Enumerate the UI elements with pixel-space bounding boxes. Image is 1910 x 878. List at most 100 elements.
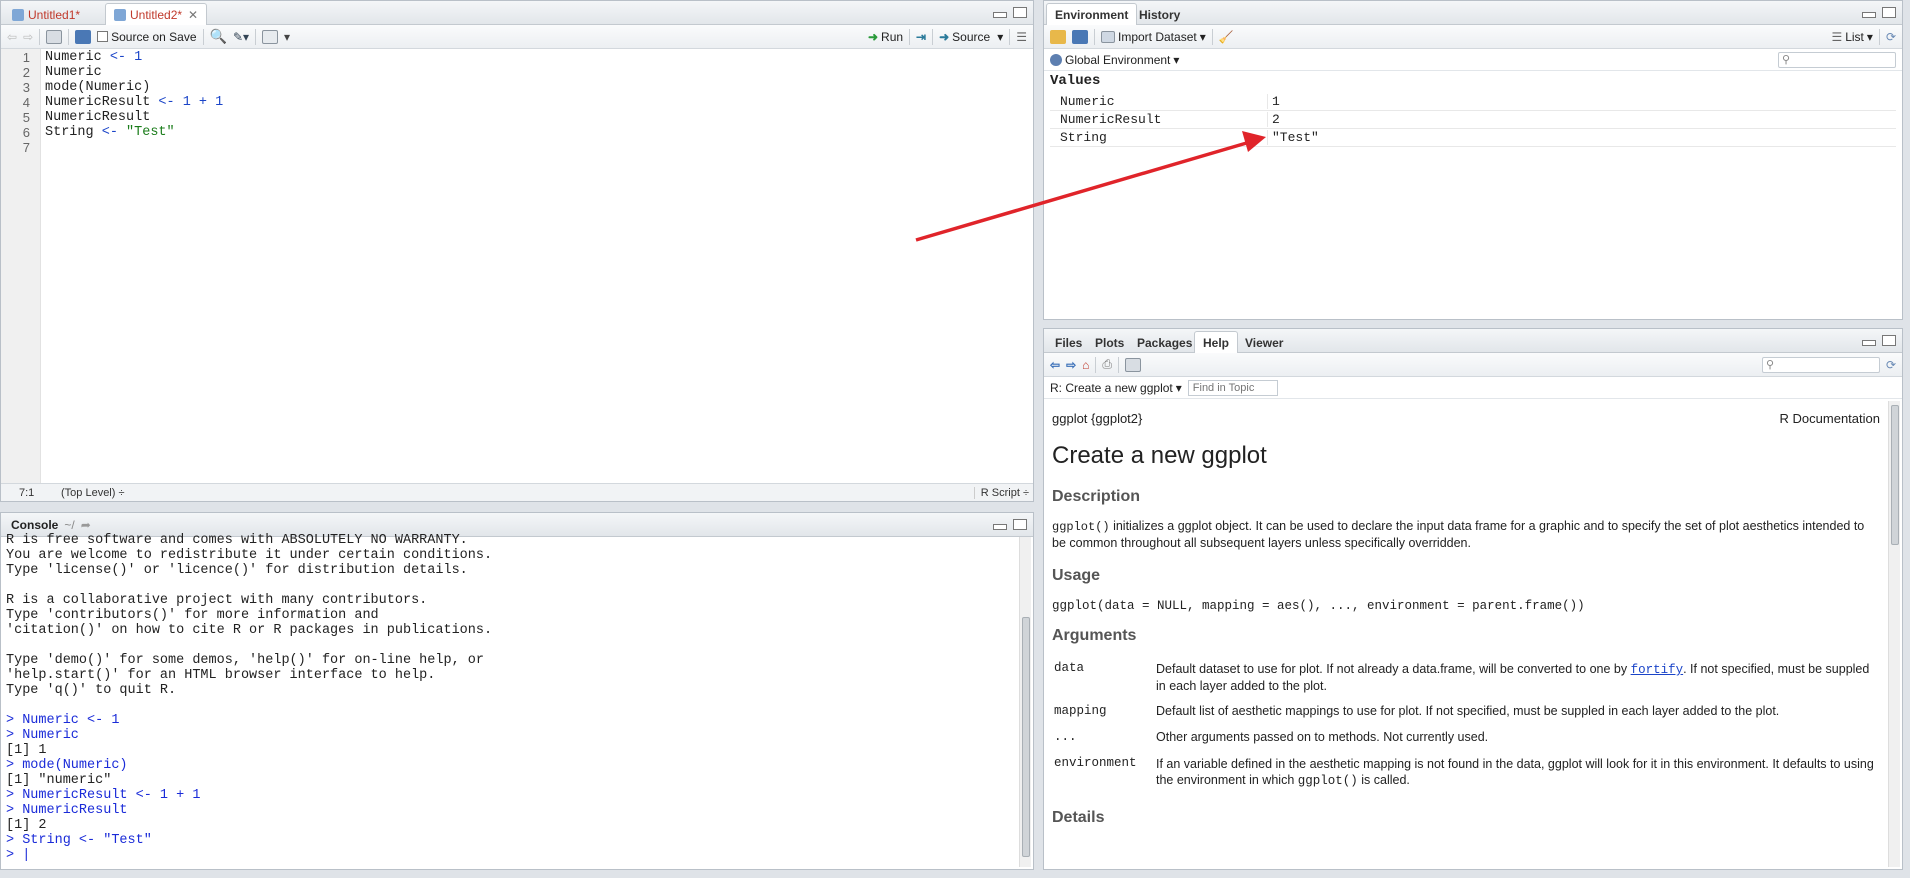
divider: [39, 28, 41, 45]
code-line[interactable]: mode(Numeric): [45, 80, 1029, 95]
show-in-window-icon[interactable]: [1124, 357, 1141, 372]
code-line[interactable]: Numeric: [45, 65, 1029, 80]
console-line: [1] 2: [6, 818, 47, 833]
forward-arrow-icon[interactable]: ⇨: [23, 30, 33, 44]
import-dataset-button[interactable]: Import Dataset ▾: [1101, 30, 1206, 44]
line-number: 6: [22, 125, 30, 140]
tab-help[interactable]: Help: [1194, 331, 1239, 353]
minimize-icon[interactable]: [993, 12, 1007, 18]
home-icon[interactable]: ⌂: [1082, 358, 1089, 372]
chevron-down-icon[interactable]: ▾: [997, 30, 1003, 44]
source-on-save-toggle[interactable]: Source on Save: [97, 30, 197, 44]
arg-description: Default list of aesthetic mappings to us…: [1156, 704, 1780, 718]
console-output[interactable]: R is free software and comes with ABSOLU…: [6, 533, 1013, 863]
help-content: ggplot {ggplot2} R Documentation Create …: [1052, 409, 1880, 869]
compile-report-icon[interactable]: [262, 29, 279, 44]
save-workspace-icon[interactable]: [1072, 29, 1088, 44]
code-token: Numeric: [45, 50, 110, 65]
broom-icon[interactable]: 🧹: [1219, 30, 1234, 44]
close-tab-icon[interactable]: ✕: [188, 8, 198, 22]
scope-selector[interactable]: (Top Level) ÷: [61, 487, 125, 499]
tab-untitled2[interactable]: Untitled2* ✕: [105, 3, 208, 25]
minimize-icon[interactable]: [1862, 340, 1876, 346]
console-window-controls: [993, 519, 1027, 530]
rerun-icon[interactable]: ⇥: [916, 30, 926, 44]
run-arrow-icon: ➜: [867, 29, 879, 44]
arg-description: Other arguments passed on to methods. No…: [1156, 730, 1489, 744]
divider: [255, 28, 257, 45]
environment-scope-dropdown[interactable]: Global Environment ▾: [1050, 53, 1179, 67]
editor-toolbar: ⇦ ⇨ Source on Save 🔍 ✎▾ ▾ ➜ Run ⇥ ➜ Sour…: [1, 25, 1033, 49]
checkbox[interactable]: [97, 31, 109, 42]
divider: [1009, 28, 1011, 45]
chevron-down-icon: ▾: [1199, 29, 1206, 44]
back-arrow-icon[interactable]: ⇦: [7, 30, 17, 44]
table-row: ... Other arguments passed on to methods…: [1052, 724, 1880, 750]
environment-pane: Environment History Import Dataset ▾ 🧹 ☰…: [1043, 0, 1903, 320]
help-scrollbar[interactable]: [1888, 401, 1900, 867]
chevron-down-icon: ▾: [1175, 380, 1182, 395]
run-button[interactable]: ➜ Run: [868, 30, 903, 44]
code-tools-icon[interactable]: ✎▾: [233, 30, 249, 44]
minimize-icon[interactable]: [993, 524, 1007, 530]
view-mode-dropdown[interactable]: ☰ List ▾: [1831, 30, 1872, 44]
console-title: Console: [11, 518, 59, 532]
code-line[interactable]: NumericResult: [45, 110, 1029, 125]
code-line[interactable]: Numeric <- 1: [45, 50, 1029, 65]
env-row[interactable]: Numeric 1: [1050, 93, 1896, 111]
tab-packages[interactable]: Packages: [1128, 331, 1201, 353]
find-replace-icon[interactable]: 🔍: [210, 28, 227, 45]
filetype-selector[interactable]: R Script ÷: [973, 486, 1033, 499]
help-title: Create a new ggplot: [1052, 442, 1267, 469]
code-token: <- 1 + 1: [158, 95, 224, 110]
arg-name: mapping: [1054, 704, 1107, 718]
line-number: 1: [22, 50, 30, 65]
more-dropdown-icon[interactable]: ▾: [284, 30, 290, 44]
show-in-window-icon[interactable]: [46, 29, 63, 44]
maximize-icon[interactable]: [1013, 519, 1027, 530]
tab-viewer[interactable]: Viewer: [1236, 331, 1292, 353]
arg-description: If an variable defined in the aesthetic …: [1156, 757, 1874, 788]
divider: [909, 28, 911, 45]
line-number: 3: [22, 80, 30, 95]
arguments-table: data Default dataset to use for plot. If…: [1052, 657, 1880, 795]
print-icon[interactable]: ⎙: [1102, 357, 1112, 372]
env-row[interactable]: String "Test": [1050, 129, 1896, 147]
env-row[interactable]: NumericResult 2: [1050, 111, 1896, 129]
tab-history[interactable]: History: [1130, 3, 1189, 25]
maximize-icon[interactable]: [1882, 335, 1896, 346]
arg-description: Default dataset to use for plot. If not …: [1156, 662, 1870, 693]
refresh-icon[interactable]: ⟳: [1886, 30, 1896, 44]
maximize-icon[interactable]: [1013, 7, 1027, 18]
help-docs-label: R Documentation: [1779, 411, 1880, 426]
outline-icon[interactable]: ☰: [1016, 30, 1027, 44]
save-icon[interactable]: [75, 29, 92, 44]
environment-search-input[interactable]: ⚲: [1778, 51, 1896, 68]
load-workspace-icon[interactable]: [1050, 29, 1066, 44]
help-topic-dropdown[interactable]: R: Create a new ggplot ▾: [1050, 381, 1182, 395]
find-in-topic-input[interactable]: [1187, 379, 1278, 396]
source-button[interactable]: ➜ Source ▾: [939, 30, 1003, 44]
search-icon: ⚲: [1782, 53, 1791, 66]
code-token: NumericResult: [45, 110, 151, 125]
scroll-thumb[interactable]: [1022, 617, 1030, 857]
code-line[interactable]: [45, 140, 1029, 155]
console-scrollbar[interactable]: [1019, 537, 1031, 867]
divider: [1094, 28, 1095, 45]
code-line[interactable]: String <- "Test": [45, 125, 1029, 140]
code-line[interactable]: NumericResult <- 1 + 1: [45, 95, 1029, 110]
goto-dir-icon[interactable]: ➦: [81, 518, 91, 532]
maximize-icon[interactable]: [1882, 7, 1896, 18]
forward-arrow-icon[interactable]: ⇨: [1066, 358, 1076, 372]
scroll-thumb[interactable]: [1891, 405, 1899, 545]
minimize-icon[interactable]: [1862, 12, 1876, 18]
refresh-icon[interactable]: ⟳: [1886, 358, 1896, 372]
tab-plots[interactable]: Plots: [1086, 331, 1133, 353]
tab-environment[interactable]: Environment: [1046, 3, 1138, 25]
code-area[interactable]: Numeric <- 1 Numeric mode(Numeric) NumericR…: [45, 50, 1029, 481]
tab-files[interactable]: Files: [1046, 331, 1091, 353]
back-arrow-icon[interactable]: ⇦: [1050, 358, 1060, 372]
fortify-link[interactable]: fortify: [1631, 663, 1684, 677]
tab-untitled1[interactable]: Untitled1*: [3, 3, 89, 25]
help-search-input[interactable]: ⚲: [1761, 356, 1880, 373]
